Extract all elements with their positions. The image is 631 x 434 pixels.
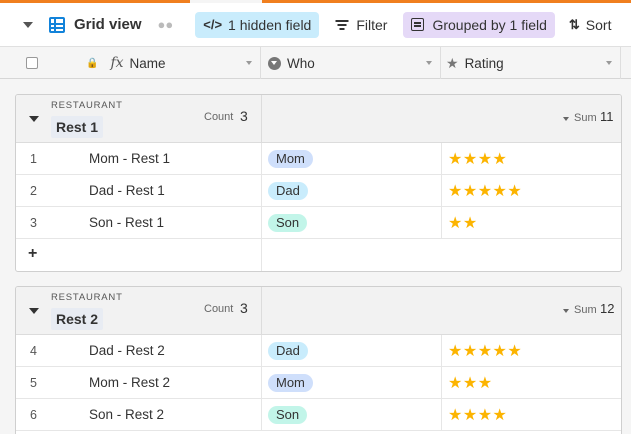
filter-label: Filter: [356, 16, 388, 33]
table-row[interactable]: 6 Son - Rest 2 Son ★★★★: [16, 399, 621, 431]
group-button[interactable]: Grouped by 1 field: [403, 11, 555, 38]
summary-menu-icon[interactable]: [563, 117, 569, 121]
row-number: 6: [30, 408, 37, 422]
group-count-value: 3: [240, 108, 248, 124]
who-pill[interactable]: Son: [268, 214, 308, 232]
record-name[interactable]: Dad - Rest 2: [89, 343, 165, 358]
view-toolbar: Grid view ●● </> 1 hidden field Filter G…: [0, 3, 631, 47]
who-pill[interactable]: Mom: [268, 150, 313, 168]
rating-header-cell[interactable]: ★ Rating: [441, 47, 621, 79]
rating-stars[interactable]: ★★★★: [448, 149, 507, 169]
single-select-icon: [268, 56, 281, 70]
column-header-name[interactable]: Name: [130, 56, 166, 71]
row-number: 3: [30, 216, 37, 230]
group-sum-label: Sum: [574, 304, 597, 316]
rating-stars[interactable]: ★★★: [448, 373, 493, 393]
summary-menu-icon[interactable]: [563, 309, 569, 313]
record-name[interactable]: Son - Rest 1: [89, 215, 164, 230]
name-column-menu-icon[interactable]: [246, 61, 252, 65]
hidden-fields-button[interactable]: </> 1 hidden field: [195, 11, 320, 38]
table-row[interactable]: 4 Dad - Rest 2 Dad ★★★★★: [16, 335, 621, 367]
group-value: Rest 2: [51, 308, 104, 330]
sort-label: Sort: [585, 16, 612, 33]
lock-icon: 🔒: [86, 57, 99, 69]
group-rest-2: RESTAURANT Rest 2 Count 3 Sum 12 4 Dad -…: [15, 286, 622, 434]
group-field-label: RESTAURANT: [51, 100, 123, 111]
row-number: 5: [30, 376, 37, 390]
select-all-cell: 🔒 fx Name: [0, 47, 261, 79]
rating-column-menu-icon[interactable]: [606, 61, 612, 65]
group-field-label: RESTAURANT: [51, 292, 123, 303]
table-row[interactable]: 1 Mom - Rest 1 Mom ★★★★: [16, 143, 621, 175]
group-count-label: Count: [204, 303, 234, 315]
sort-button[interactable]: ⇅ Sort: [561, 12, 620, 38]
rating-stars[interactable]: ★★★★: [448, 405, 507, 425]
record-name[interactable]: Son - Rest 2: [89, 407, 164, 422]
row-number: 2: [30, 184, 37, 198]
add-record-row[interactable]: +: [16, 239, 621, 271]
row-number: 1: [30, 152, 37, 166]
view-menu-caret-icon[interactable]: [23, 21, 33, 28]
column-header-row: 🔒 fx Name Who ★ Rating: [0, 47, 631, 79]
who-pill[interactable]: Dad: [268, 342, 308, 360]
group-value: Rest 1: [51, 116, 104, 138]
group-label: Grouped by 1 field: [432, 16, 547, 33]
group-sum-value: 11: [600, 109, 614, 124]
group-count-label: Count: [204, 111, 234, 123]
group-header[interactable]: RESTAURANT Rest 1 Count 3 Sum 11: [16, 95, 621, 143]
collapse-group-icon[interactable]: [29, 308, 39, 314]
group-icon: [411, 18, 425, 31]
group-header[interactable]: RESTAURANT Rest 2 Count 3 Sum 12: [16, 287, 621, 335]
table-row[interactable]: 3 Son - Rest 1 Son ★★: [16, 207, 621, 239]
sort-icon: ⇅: [568, 16, 580, 32]
collapse-group-icon[interactable]: [29, 116, 39, 122]
who-pill[interactable]: Son: [268, 406, 308, 424]
eye-slash-icon: </>: [203, 17, 223, 32]
who-pill[interactable]: Mom: [268, 374, 313, 392]
rating-stars[interactable]: ★★: [448, 213, 478, 233]
record-name[interactable]: Mom - Rest 2: [89, 375, 170, 390]
who-pill[interactable]: Dad: [268, 182, 308, 200]
view-name[interactable]: Grid view: [74, 16, 142, 33]
filter-icon: [335, 19, 349, 30]
formula-icon: fx: [110, 55, 124, 71]
star-icon: ★: [446, 54, 459, 71]
filter-button[interactable]: Filter: [327, 12, 395, 38]
group-rest-1: RESTAURANT Rest 1 Count 3 Sum 11 1 Mom -…: [15, 94, 622, 272]
who-column-menu-icon[interactable]: [426, 61, 432, 65]
rating-stars[interactable]: ★★★★★: [448, 341, 522, 361]
column-header-who: Who: [287, 55, 315, 71]
hidden-fields-label: 1 hidden field: [228, 16, 312, 33]
group-sum-value: 12: [600, 301, 615, 316]
table-row[interactable]: 2 Dad - Rest 1 Dad ★★★★★: [16, 175, 621, 207]
group-sum-label: Sum: [574, 112, 597, 124]
record-name[interactable]: Mom - Rest 1: [89, 151, 170, 166]
row-number: 4: [30, 344, 37, 358]
group-count-value: 3: [240, 300, 248, 316]
select-all-checkbox[interactable]: [26, 57, 38, 69]
record-name[interactable]: Dad - Rest 1: [89, 183, 165, 198]
who-header-cell[interactable]: Who: [261, 47, 441, 79]
table-row[interactable]: 5 Mom - Rest 2 Mom ★★★: [16, 367, 621, 399]
column-header-rating: Rating: [464, 55, 504, 71]
collaborators-icon[interactable]: ●●: [158, 17, 174, 32]
add-record-icon[interactable]: +: [28, 245, 37, 263]
rating-stars[interactable]: ★★★★★: [448, 181, 522, 201]
grid-view-icon: [49, 16, 65, 33]
